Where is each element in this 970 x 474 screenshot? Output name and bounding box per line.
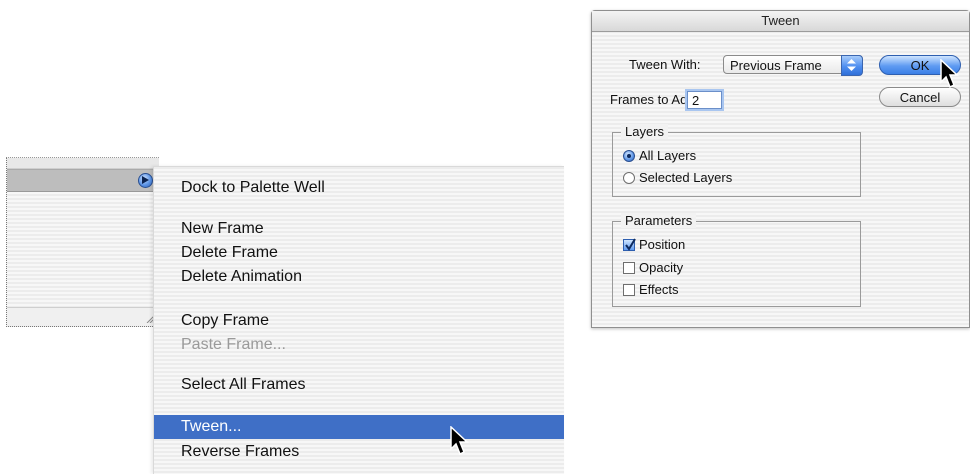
tween-with-label: Tween With: — [629, 57, 701, 72]
mouse-pointer-icon — [450, 426, 469, 456]
menu-item-delete-frame[interactable]: Delete Frame — [154, 241, 564, 265]
checkbox-opacity-label: Opacity — [639, 260, 684, 275]
circle-arrow-icon — [142, 176, 149, 184]
mouse-pointer-icon — [940, 59, 959, 89]
checkbox-icon — [623, 262, 635, 274]
menu-item-tween[interactable]: Tween... — [154, 415, 564, 439]
palette-footer — [7, 307, 159, 326]
radio-selected-layers[interactable]: Selected Layers — [623, 170, 732, 186]
radio-all-layers[interactable]: All Layers — [623, 148, 696, 164]
palette-menu-button[interactable] — [138, 173, 153, 188]
frames-to-add-label: Frames to Add: — [610, 92, 699, 107]
dialog-title: Tween — [592, 11, 969, 32]
layers-group: Layers All Layers Selected Layers — [612, 124, 861, 197]
tween-with-value: Previous Frame — [730, 58, 822, 73]
checkbox-opacity[interactable]: Opacity — [623, 260, 683, 276]
palette-header — [7, 158, 159, 169]
radio-button-icon — [623, 172, 635, 184]
palette-selected-row[interactable] — [7, 169, 159, 192]
frames-to-add-field[interactable]: 2 — [687, 91, 722, 109]
tween-dialog: Tween Tween With: Previous Frame Frames … — [591, 10, 970, 328]
menu-item-reverse-frames[interactable]: Reverse Frames — [154, 440, 564, 464]
checkbox-icon — [623, 284, 635, 296]
animation-palette — [6, 157, 159, 327]
radio-all-layers-label: All Layers — [639, 148, 697, 163]
popup-arrows-icon — [841, 55, 863, 76]
menu-item-copy-frame[interactable]: Copy Frame — [154, 309, 564, 333]
menu-item-paste-frame: Paste Frame... — [181, 336, 286, 353]
parameters-group-title: Parameters — [621, 213, 697, 228]
checkbox-position-label: Position — [639, 237, 686, 252]
palette-context-menu: Dock to Palette Well New Frame Delete Fr… — [153, 166, 564, 474]
layers-group-title: Layers — [621, 124, 669, 139]
checkbox-effects[interactable]: Effects — [623, 282, 679, 298]
checkbox-checked-icon — [623, 238, 636, 251]
menu-item-dock-to-palette-well[interactable]: Dock to Palette Well — [154, 176, 564, 200]
cancel-button[interactable]: Cancel — [879, 87, 961, 107]
parameters-group: Parameters Position Opacity Effects — [612, 213, 861, 307]
menu-item-delete-animation[interactable]: Delete Animation — [154, 265, 564, 289]
radio-selected-layers-label: Selected Layers — [639, 170, 733, 185]
checkbox-position[interactable]: Position — [623, 237, 685, 253]
tween-with-select[interactable]: Previous Frame — [723, 55, 863, 76]
checkbox-effects-label: Effects — [639, 282, 679, 297]
menu-item-select-all-frames[interactable]: Select All Frames — [154, 373, 564, 397]
radio-button-icon — [623, 150, 635, 162]
menu-item-new-frame[interactable]: New Frame — [154, 217, 564, 241]
